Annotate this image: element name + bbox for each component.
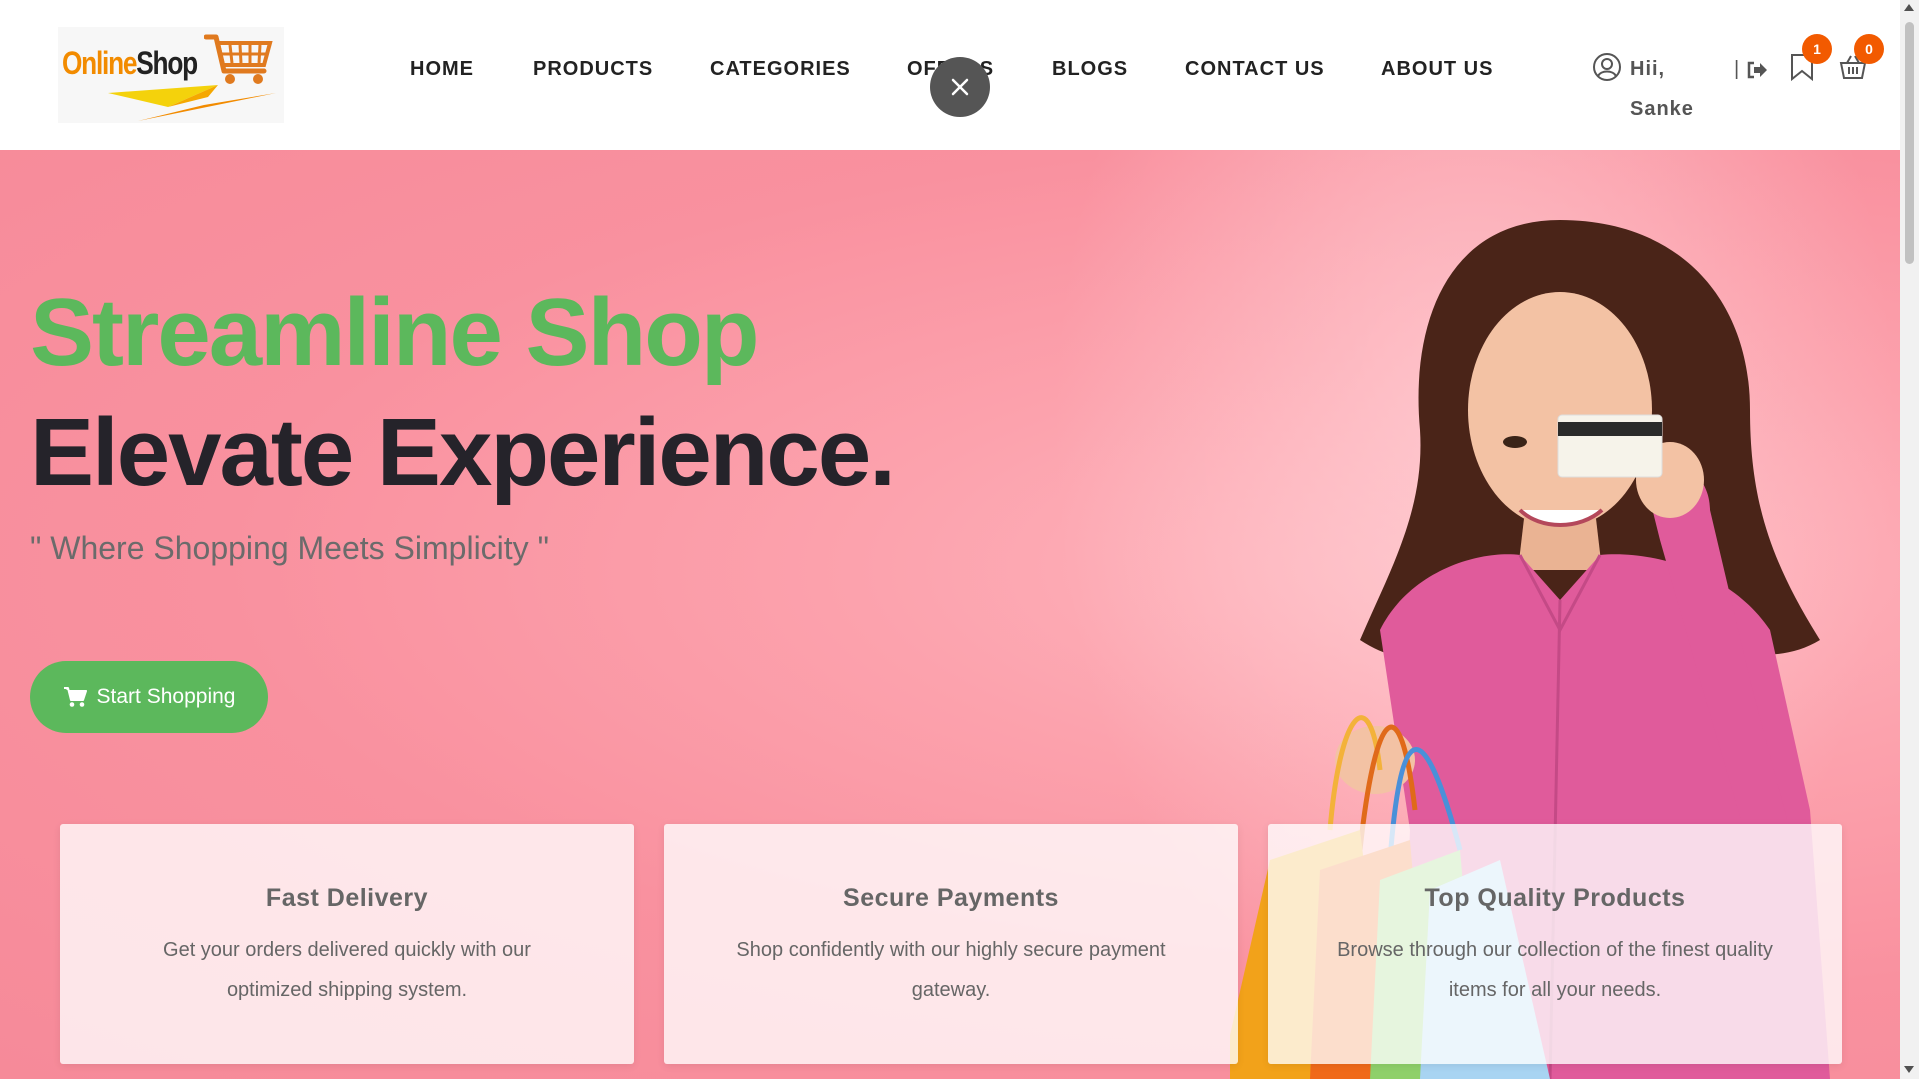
header-separator: |	[1734, 58, 1740, 80]
cart-button[interactable]: 0	[1838, 34, 1884, 87]
brand-word-shop: Shop	[136, 45, 198, 81]
logout-icon[interactable]	[1746, 60, 1768, 80]
wishlist-count-badge: 1	[1802, 34, 1832, 64]
cart-icon	[63, 687, 87, 707]
feature-description: Get your orders delivered quickly with o…	[163, 939, 531, 1001]
feature-title: Top Quality Products	[1424, 884, 1686, 912]
nav-home[interactable]: HOME	[410, 58, 474, 81]
wishlist-button[interactable]: 1	[1788, 34, 1832, 87]
hero-headline-primary: Streamline Shop	[30, 279, 759, 386]
brand-name: OnlineShop	[62, 45, 198, 82]
start-shopping-label: Start Shopping	[96, 685, 236, 708]
hero-banner: Streamline Shop Elevate Experience. " Wh…	[0, 150, 1900, 1079]
brand-logo[interactable]: OnlineShop	[58, 27, 284, 123]
user-circle-icon	[1593, 53, 1621, 81]
feature-card-secure-payments: Secure Payments Shop confidently with ou…	[664, 824, 1238, 1064]
hero-tagline: " Where Shopping Meets Simplicity "	[30, 530, 549, 566]
nav-contact-us[interactable]: CONTACT US	[1185, 58, 1325, 81]
site-header: OnlineShop HOME PRODUCTS CATEGORIES OFFE…	[0, 0, 1900, 150]
page-scrollbar[interactable]	[1900, 0, 1919, 1079]
nav-products[interactable]: PRODUCTS	[533, 58, 653, 81]
close-icon	[951, 78, 969, 96]
user-greeting: Hii,	[1630, 58, 1666, 80]
logo-swoosh-icon	[108, 85, 276, 121]
nav-blogs[interactable]: BLOGS	[1052, 58, 1128, 81]
feature-description: Browse through our collection of the fin…	[1337, 939, 1773, 1001]
feature-title: Fast Delivery	[265, 884, 429, 912]
scroll-down-arrow-icon[interactable]	[1904, 1066, 1914, 1073]
scroll-up-arrow-icon[interactable]	[1904, 4, 1914, 11]
close-button[interactable]	[930, 57, 990, 117]
feature-card-top-quality: Top Quality Products Browse through our …	[1268, 824, 1842, 1064]
feature-description: Shop confidently with our highly secure …	[736, 939, 1166, 1001]
brand-word-online: Online	[62, 45, 137, 81]
hero-headline-secondary: Elevate Experience.	[30, 399, 896, 506]
feature-title: Secure Payments	[843, 884, 1059, 912]
user-name: Sanke	[1630, 98, 1694, 120]
feature-card-fast-delivery: Fast Delivery Get your orders delivered …	[60, 824, 634, 1064]
nav-about-us[interactable]: ABOUT US	[1381, 58, 1493, 81]
cart-count-badge: 0	[1854, 34, 1884, 64]
nav-categories[interactable]: CATEGORIES	[710, 58, 851, 81]
start-shopping-button[interactable]: Start Shopping	[30, 661, 268, 733]
scrollbar-thumb[interactable]	[1905, 22, 1914, 264]
shopping-cart-logo-icon	[204, 34, 273, 84]
